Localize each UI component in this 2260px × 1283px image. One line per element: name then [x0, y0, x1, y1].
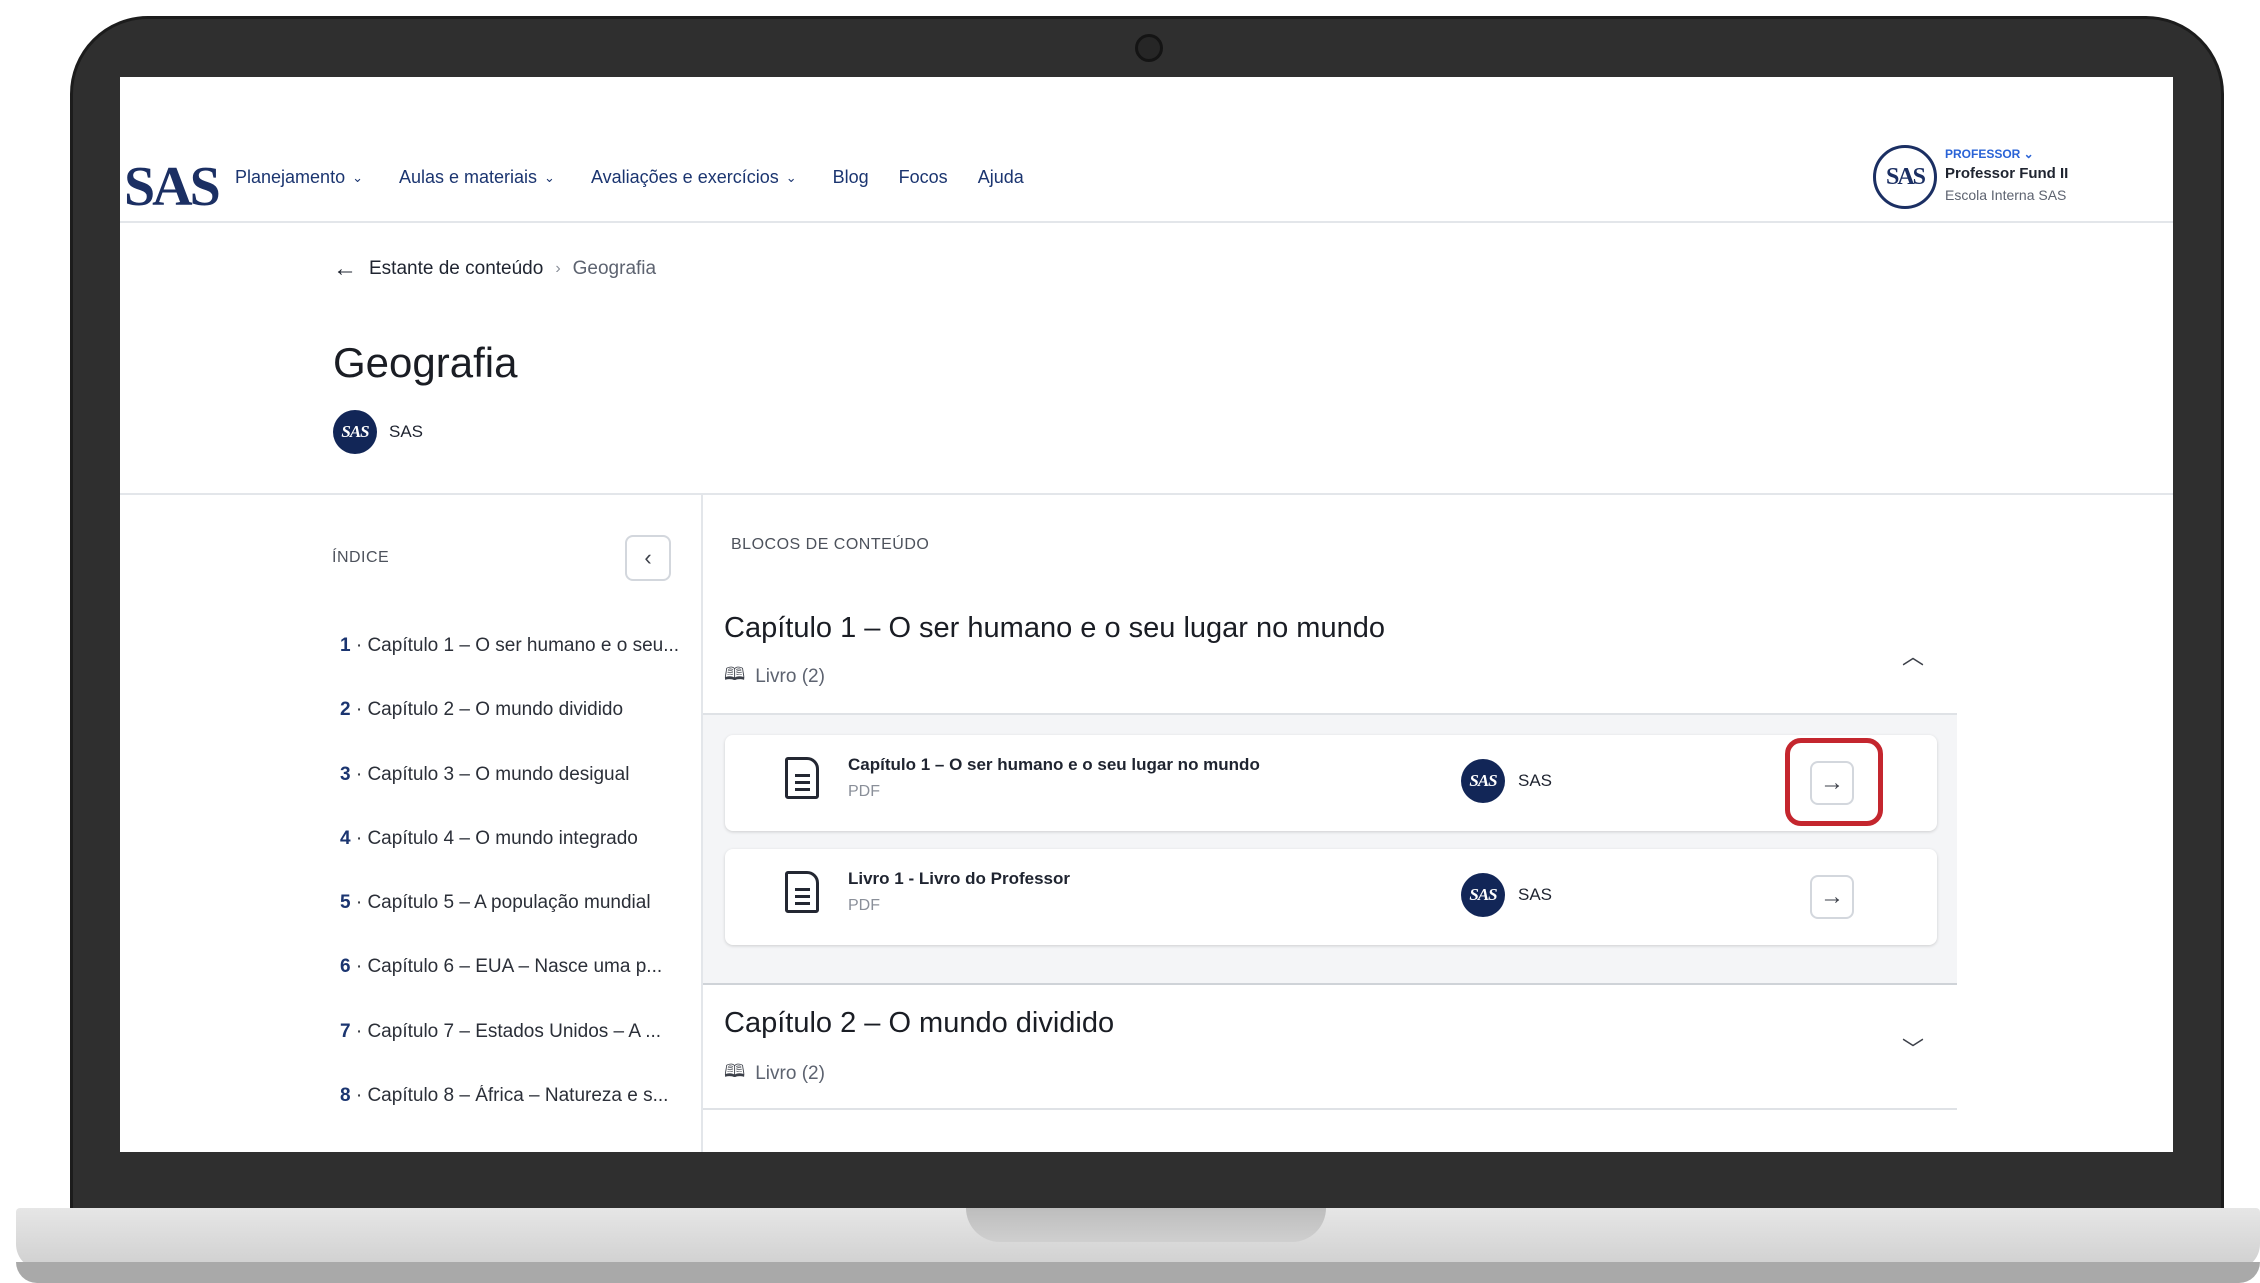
page-title: Geografia [333, 339, 518, 386]
user-school: Escola Interna SAS [1945, 187, 2067, 203]
chapter-meta: 🕮 Livro (2) [724, 1059, 825, 1089]
chapter-title[interactable]: Capítulo 2 – O mundo dividido [724, 1007, 1114, 1040]
item-author: SAS [1518, 771, 1553, 790]
chapter-meta-label: Livro (2) [755, 666, 825, 687]
avatar: SAS [1873, 145, 1937, 209]
chapter-items-panel: Capítulo 1 – O ser humano e o seu lugar … [703, 713, 1957, 985]
page-author: SAS SAS [333, 410, 423, 454]
sas-logo[interactable]: SAS [124, 155, 221, 219]
index-item-label: · Capítulo 4 – O mundo integrado [350, 827, 638, 849]
nav-planejamento[interactable]: Planejamento ⌄ [235, 167, 363, 188]
index-item-label: · Capítulo 1 – O ser humano e o seu... [350, 635, 680, 656]
chevron-left-icon: ‹ [644, 545, 652, 570]
document-icon [770, 757, 819, 799]
laptop-base-shadow [16, 1262, 2260, 1283]
chevron-up-icon[interactable]: ︿ [1902, 639, 1924, 671]
top-navigation-bar: SAS Planejamento ⌄ Aulas e materiais ⌄ A… [120, 77, 2173, 223]
section-divider [120, 493, 2173, 495]
chevron-down-icon[interactable]: ﹀ [1902, 1032, 1924, 1064]
index-item-number: 8 [340, 1085, 351, 1107]
index-item[interactable]: 4 · Capítulo 4 – O mundo integrado [340, 828, 685, 892]
nav-label: Planejamento [235, 167, 346, 187]
nav-label: Ajuda [977, 167, 1024, 187]
item-type: PDF [848, 897, 880, 914]
content-item-card[interactable]: Livro 1 - Livro do Professor PDF SAS SAS… [725, 849, 1937, 945]
index-list: 1 · Capítulo 1 – O ser humano e o seu...… [340, 635, 685, 1149]
index-item-number: 6 [340, 956, 351, 978]
index-item[interactable]: 3 · Capítulo 3 – O mundo desigual [340, 764, 685, 828]
index-item-label: · Capítulo 7 – Estados Unidos – A ... [350, 1020, 662, 1042]
author-label: SAS [389, 422, 424, 441]
index-item-label: · Capítulo 6 – EUA – Nasce uma p... [350, 956, 663, 978]
index-item[interactable]: 6 · Capítulo 6 – EUA – Nasce uma p... [340, 956, 685, 1020]
nav-label: Aulas e materiais [398, 167, 538, 187]
index-item-number: 3 [340, 763, 351, 785]
item-title: Livro 1 - Livro do Professor [848, 869, 1070, 888]
highlight-annotation [1785, 738, 1883, 826]
arrow-right-icon: → [1820, 883, 1844, 910]
open-item-button[interactable]: → [1810, 875, 1854, 919]
nav-label: Focos [898, 167, 948, 187]
index-item-label: · Capítulo 8 – África – Natureza e s... [350, 1085, 669, 1107]
sas-badge-icon: SAS [333, 410, 377, 454]
nav-aulas-e-materiais[interactable]: Aulas e materiais ⌄ [399, 167, 555, 188]
chapter-title[interactable]: Capítulo 1 – O ser humano e o seu lugar … [724, 612, 1385, 645]
sas-badge-icon: SAS [1461, 759, 1505, 803]
index-item-number: 7 [340, 1020, 351, 1042]
main-nav: Planejamento ⌄ Aulas e materiais ⌄ Avali… [235, 167, 1054, 188]
chapter-meta: 🕮 Livro (2) [724, 662, 825, 692]
breadcrumb-separator: › [555, 260, 561, 277]
index-item-label: · Capítulo 3 – O mundo desigual [350, 763, 630, 785]
user-role: PROFESSOR ⌄ [1945, 147, 2034, 161]
index-item[interactable]: 1 · Capítulo 1 – O ser humano e o seu... [340, 635, 685, 699]
content-item-card[interactable]: Capítulo 1 – O ser humano e o seu lugar … [725, 735, 1937, 831]
breadcrumb-current: Geografia [572, 258, 657, 279]
chapter-divider [703, 1108, 1957, 1110]
index-item[interactable]: 5 · Capítulo 5 – A população mundial [340, 892, 685, 956]
index-item-number: 4 [340, 827, 351, 849]
nav-focos[interactable]: Focos [899, 167, 948, 188]
index-item-label: · Capítulo 5 – A população mundial [350, 892, 651, 914]
user-name: Professor Fund II [1945, 165, 2069, 182]
nav-avaliacoes-e-exercicios[interactable]: Avaliações e exercícios ⌄ [591, 167, 797, 188]
book-icon: 🕮 [724, 1061, 746, 1081]
chevron-down-icon: ⌄ [785, 169, 797, 185]
item-type: PDF [848, 783, 880, 800]
index-item-number: 2 [340, 699, 351, 721]
index-item[interactable]: 7 · Capítulo 7 – Estados Unidos – A ... [340, 1021, 685, 1085]
chevron-down-icon: ⌄ [352, 169, 363, 185]
sas-badge-icon: SAS [1461, 873, 1505, 917]
collapse-index-button[interactable]: ‹ [625, 535, 671, 581]
item-author: SAS [1518, 885, 1553, 904]
webcam-icon [1135, 34, 1163, 62]
breadcrumb-root-link[interactable]: Estante de conteúdo [369, 258, 543, 280]
laptop-notch [966, 1208, 1326, 1242]
content-blocks-title: BLOCOS DE CONTEÚDO [731, 536, 930, 553]
index-item-number: 5 [340, 892, 351, 914]
document-icon [770, 871, 819, 913]
index-item[interactable]: 2 · Capítulo 2 – O mundo dividido [340, 699, 685, 763]
book-icon: 🕮 [724, 664, 746, 684]
index-item[interactable]: 8 · Capítulo 8 – África – Natureza e s..… [340, 1085, 685, 1149]
nav-blog[interactable]: Blog [833, 167, 869, 188]
arrow-left-icon[interactable]: ← [333, 255, 357, 283]
index-item-number: 1 [340, 635, 351, 656]
index-title: ÍNDICE [332, 549, 390, 566]
index-item-label: · Capítulo 2 – O mundo dividido [350, 699, 624, 721]
nav-label: Avaliações e exercícios [590, 167, 779, 187]
breadcrumb: ← Estante de conteúdo › Geografia [333, 255, 656, 283]
nav-ajuda[interactable]: Ajuda [978, 167, 1024, 188]
chapter-meta-label: Livro (2) [755, 1063, 825, 1084]
app-screen: SAS Planejamento ⌄ Aulas e materiais ⌄ A… [120, 77, 2173, 1152]
chevron-down-icon: ⌄ [544, 169, 555, 185]
nav-label: Blog [832, 167, 869, 187]
item-title: Capítulo 1 – O ser humano e o seu lugar … [848, 755, 1260, 774]
